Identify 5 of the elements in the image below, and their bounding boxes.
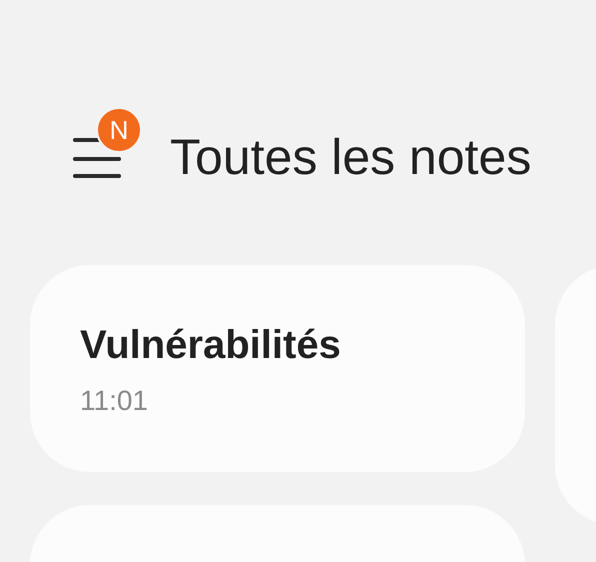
note-card[interactable]: Vulnérabilités 11:01 (30, 265, 525, 472)
note-time: 11:01 (80, 385, 148, 417)
note-title: Vulnérabilités (80, 323, 341, 367)
page-title: Toutes les notes (170, 132, 532, 182)
notification-badge: N (96, 107, 142, 153)
